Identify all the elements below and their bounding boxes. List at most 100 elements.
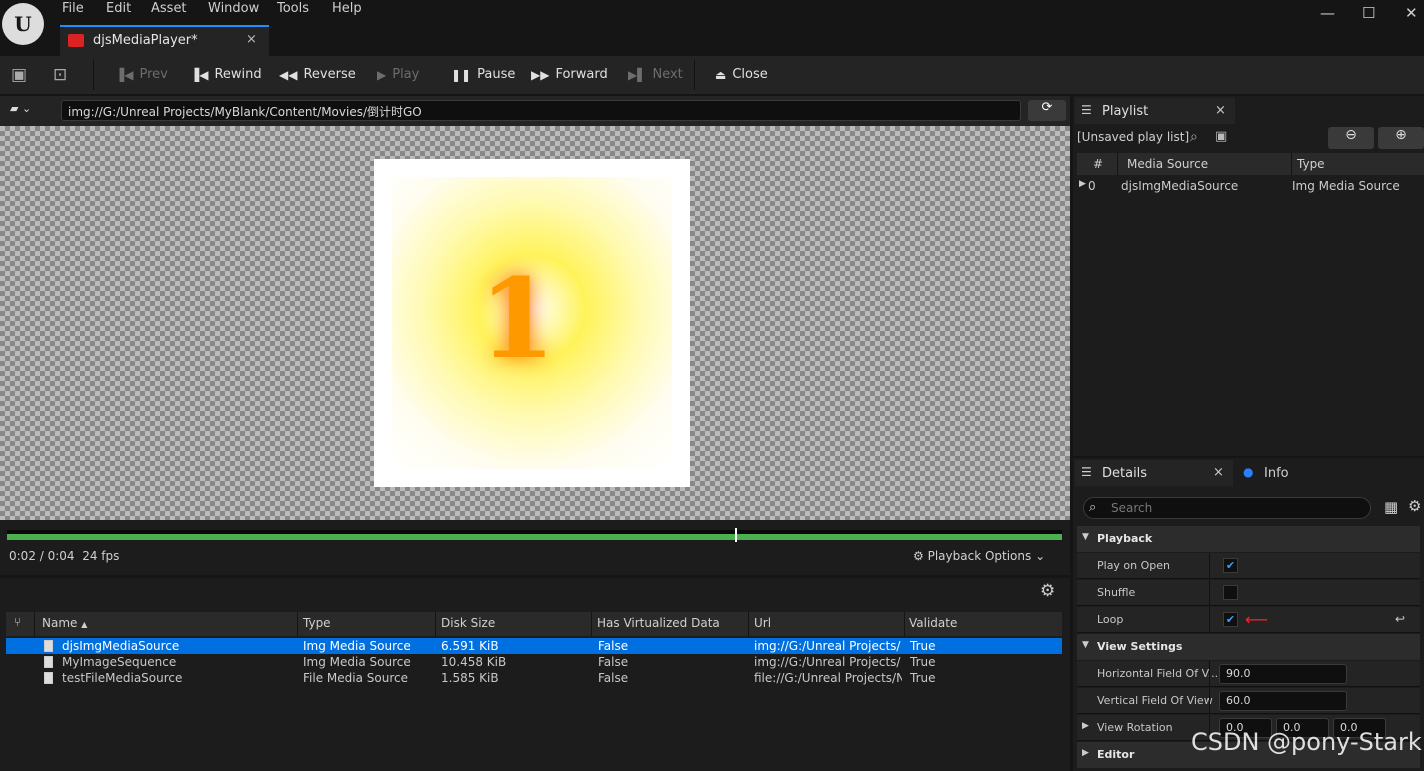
- save-icon[interactable]: ▣: [11, 65, 27, 85]
- prop-label: View Rotation: [1097, 721, 1173, 734]
- eject-icon: ⏏: [715, 67, 727, 82]
- time-display: 0:02 / 0:04 24 fps: [9, 549, 119, 563]
- close-window-button[interactable]: ✕: [1405, 4, 1418, 22]
- playlist-row[interactable]: ▶ 0 djsImgMediaSource Img Media Source: [1077, 178, 1424, 196]
- menu-edit[interactable]: Edit: [106, 1, 131, 16]
- media-viewport[interactable]: 1: [0, 126, 1070, 520]
- play-icon: ▶: [377, 67, 387, 82]
- playlist-next-button[interactable]: ⊕: [1378, 127, 1424, 149]
- source-control-icon[interactable]: ⑂: [14, 615, 21, 629]
- prop-vfov: Vertical Field Of View 60.0: [1077, 688, 1420, 714]
- table-row[interactable]: testFileMediaSource File Media Source 1.…: [6, 670, 1062, 686]
- table-view-icon[interactable]: ▦: [1384, 498, 1398, 516]
- col-disk-size[interactable]: Disk Size: [441, 616, 495, 630]
- prev-button[interactable]: ▐◀ Prev: [115, 67, 168, 82]
- menu-tools[interactable]: Tools: [277, 1, 309, 16]
- expand-icon[interactable]: ▶: [1079, 179, 1086, 189]
- search-icon[interactable]: ⌕: [1190, 129, 1198, 145]
- menu-asset[interactable]: Asset: [151, 1, 187, 16]
- play-on-open-checkbox[interactable]: ✔: [1223, 558, 1238, 573]
- close-icon[interactable]: ×: [1215, 103, 1226, 118]
- vfov-input[interactable]: 60.0: [1219, 691, 1347, 711]
- table-row[interactable]: MyImageSequence Img Media Source 10.458 …: [6, 654, 1062, 670]
- next-label: Next: [652, 67, 683, 82]
- sort-ascending-icon: ▲: [81, 620, 88, 629]
- tab-info[interactable]: ● Info: [1241, 460, 1331, 486]
- category-view-settings[interactable]: ▼ View Settings: [1077, 634, 1420, 660]
- play-label: Play: [392, 67, 420, 82]
- search-input[interactable]: ⌕ Search: [1083, 497, 1371, 519]
- tab-playlist[interactable]: ☰ Playlist ×: [1075, 98, 1235, 124]
- pause-icon: ❚❚: [451, 67, 472, 82]
- watermark: CSDN @pony-Stark: [1191, 728, 1422, 756]
- cell-size: 6.591 KiB: [441, 639, 499, 653]
- column-divider: [1117, 153, 1118, 175]
- reload-icon[interactable]: ⟳: [1028, 100, 1066, 121]
- minimize-button[interactable]: —: [1320, 4, 1335, 22]
- table-header: ⑂ Name ▲ Type Disk Size Has Virtualized …: [6, 612, 1062, 636]
- col-media-source[interactable]: Media Source: [1127, 157, 1208, 171]
- close-icon[interactable]: ×: [1213, 465, 1224, 480]
- playhead-marker[interactable]: [734, 528, 737, 542]
- close-media-button[interactable]: ⏏ Close: [715, 67, 768, 82]
- col-name-label: Name: [42, 616, 78, 630]
- settings-gear-icon[interactable]: ⚙: [1408, 497, 1421, 515]
- info-tab-label: Info: [1264, 466, 1289, 481]
- media-frame: 1: [374, 159, 690, 487]
- col-type[interactable]: Type: [1297, 157, 1325, 171]
- cell-virtualized: False: [598, 671, 629, 685]
- menu-window[interactable]: Window: [208, 1, 259, 16]
- forward-button[interactable]: ▶▶ Forward: [531, 67, 608, 82]
- rewind-button[interactable]: ▐◀ Rewind: [190, 67, 262, 82]
- editor-tab[interactable]: djsMediaPlayer* ×: [60, 25, 269, 56]
- cell-url: img://G:/Unreal Projects/: [754, 639, 901, 653]
- progress-track[interactable]: [7, 534, 1062, 540]
- browse-icon[interactable]: ⊡: [53, 65, 67, 85]
- reverse-button[interactable]: ◀◀ Reverse: [279, 67, 356, 82]
- hfov-input[interactable]: 90.0: [1219, 664, 1347, 684]
- menu-file[interactable]: File: [62, 1, 84, 16]
- playlist-tab-label: Playlist: [1102, 104, 1149, 119]
- menu-help[interactable]: Help: [332, 1, 362, 16]
- save-icon[interactable]: ▣: [1215, 129, 1227, 144]
- cell-size: 1.585 KiB: [441, 671, 499, 685]
- column-divider: [34, 612, 35, 636]
- col-type[interactable]: Type: [303, 616, 331, 630]
- tab-details[interactable]: ☰ Details ×: [1075, 460, 1233, 486]
- folder-dropdown-icon[interactable]: ▰ ⌄: [10, 102, 31, 115]
- category-label: Editor: [1097, 748, 1135, 761]
- rewind-label: Rewind: [214, 67, 262, 82]
- next-button[interactable]: ▶▌ Next: [628, 67, 683, 82]
- chevron-down-icon: ⌄: [1035, 549, 1046, 563]
- column-divider: [591, 612, 592, 636]
- unreal-logo-icon[interactable]: U: [2, 3, 44, 45]
- pause-button[interactable]: ❚❚ Pause: [451, 67, 515, 82]
- col-url[interactable]: Url: [754, 616, 771, 630]
- time-label: 0:02 / 0:04: [9, 549, 75, 563]
- arrow-left-icon: ⊖: [1345, 127, 1357, 143]
- play-button[interactable]: ▶ Play: [377, 67, 419, 82]
- category-label: Playback: [1097, 532, 1153, 545]
- url-input[interactable]: img://G:/Unreal Projects/MyBlank/Content…: [61, 100, 1021, 121]
- playback-options-button[interactable]: ⚙ Playback Options ⌄: [913, 549, 1045, 563]
- shuffle-checkbox[interactable]: [1223, 585, 1238, 600]
- col-name[interactable]: Name ▲: [42, 616, 87, 630]
- cell-url: img://G:/Unreal Projects/: [754, 655, 901, 669]
- cell-validate: True: [910, 655, 936, 669]
- cell-type: Img Media Source: [303, 639, 411, 653]
- col-validate[interactable]: Validate: [909, 616, 957, 630]
- settings-gear-icon[interactable]: ⚙: [1040, 581, 1055, 601]
- playlist-prev-button[interactable]: ⊖: [1328, 127, 1374, 149]
- expand-icon[interactable]: ▶: [1082, 721, 1089, 731]
- loop-checkbox[interactable]: ✔: [1223, 612, 1238, 627]
- maximize-button[interactable]: ☐: [1362, 4, 1375, 22]
- table-row[interactable]: djsImgMediaSource Img Media Source 6.591…: [6, 638, 1062, 654]
- prop-divider: [1209, 580, 1210, 606]
- col-index[interactable]: #: [1093, 157, 1103, 171]
- media-browser: ⚙ ⑂ Name ▲ Type Disk Size Has Virtualize…: [0, 578, 1070, 771]
- playlist-header: # Media Source Type: [1077, 153, 1424, 175]
- reset-icon[interactable]: ↩: [1395, 612, 1405, 626]
- col-virtualized[interactable]: Has Virtualized Data: [597, 616, 720, 630]
- category-playback[interactable]: ▼ Playback: [1077, 526, 1420, 552]
- tab-close-icon[interactable]: ×: [246, 32, 257, 47]
